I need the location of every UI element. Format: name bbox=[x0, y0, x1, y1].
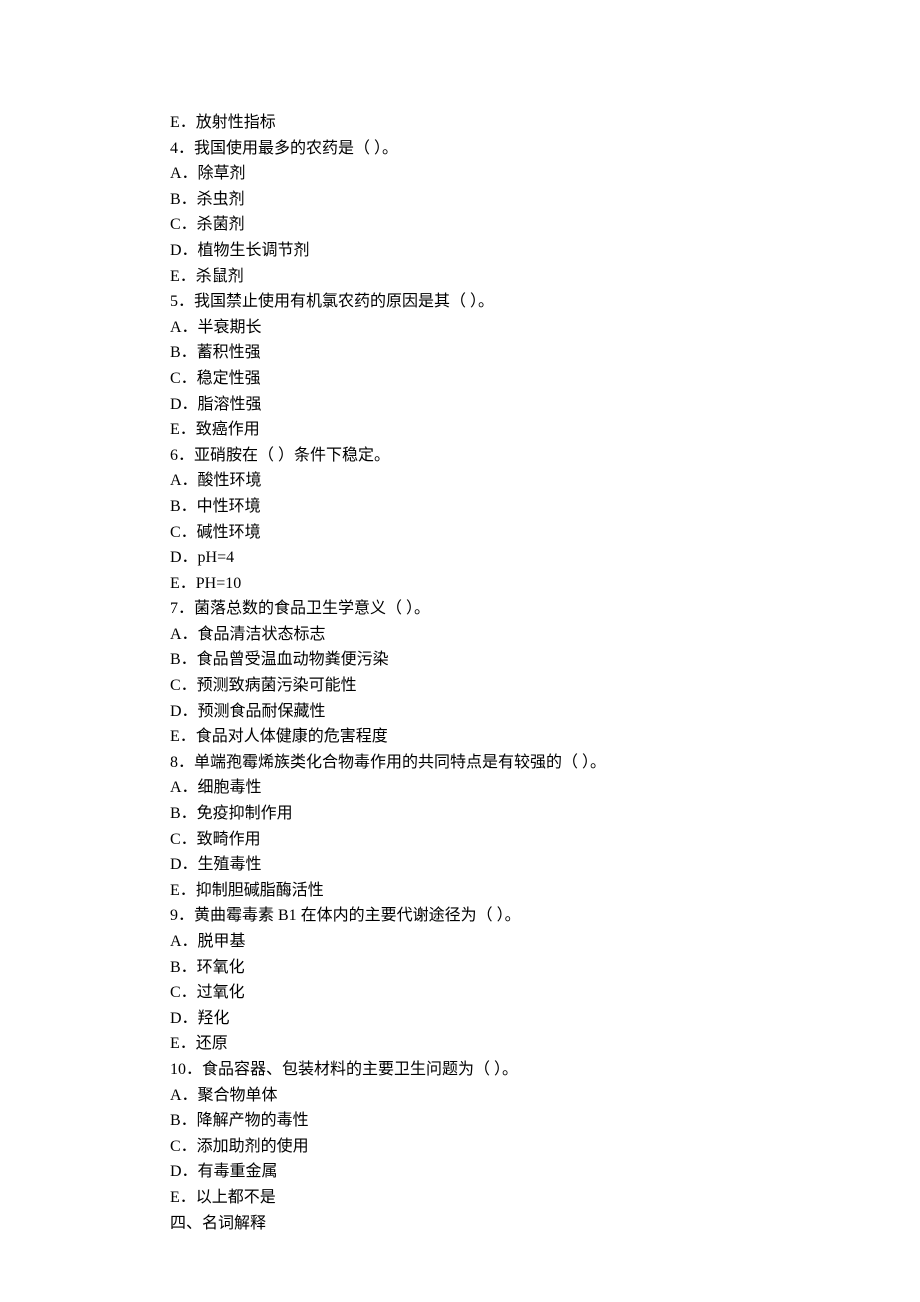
text-line: 四、名词解释 bbox=[170, 1211, 750, 1237]
text-line: E．致癌作用 bbox=[170, 417, 750, 443]
text-line: 7．菌落总数的食品卫生学意义（ ）。 bbox=[170, 596, 750, 622]
text-line: 4．我国使用最多的农药是（ ）。 bbox=[170, 136, 750, 162]
text-line: C．添加助剂的使用 bbox=[170, 1134, 750, 1160]
text-line: E．还原 bbox=[170, 1031, 750, 1057]
text-line: D．有毒重金属 bbox=[170, 1159, 750, 1185]
text-line: B．食品曾受温血动物粪便污染 bbox=[170, 647, 750, 673]
text-line: C．稳定性强 bbox=[170, 366, 750, 392]
text-line: A．细胞毒性 bbox=[170, 775, 750, 801]
text-line: 9．黄曲霉毒素 B1 在体内的主要代谢途径为（ ）。 bbox=[170, 903, 750, 929]
text-line: E．以上都不是 bbox=[170, 1185, 750, 1211]
text-line: 5．我国禁止使用有机氯农药的原因是其（ ）。 bbox=[170, 289, 750, 315]
text-line: D．羟化 bbox=[170, 1006, 750, 1032]
text-line: C．杀菌剂 bbox=[170, 212, 750, 238]
text-line: 8．单端孢霉烯族类化合物毒作用的共同特点是有较强的（ ）。 bbox=[170, 750, 750, 776]
text-line: A．脱甲基 bbox=[170, 929, 750, 955]
text-line: D．脂溶性强 bbox=[170, 392, 750, 418]
text-line: E．放射性指标 bbox=[170, 110, 750, 136]
text-line: A．聚合物单体 bbox=[170, 1083, 750, 1109]
text-line: D．植物生长调节剂 bbox=[170, 238, 750, 264]
text-line: E．食品对人体健康的危害程度 bbox=[170, 724, 750, 750]
text-line: B．中性环境 bbox=[170, 494, 750, 520]
text-line: 6．亚硝胺在（ ）条件下稳定。 bbox=[170, 443, 750, 469]
text-line: D．预测食品耐保藏性 bbox=[170, 699, 750, 725]
text-line: C．致畸作用 bbox=[170, 827, 750, 853]
document-page: E．放射性指标 4．我国使用最多的农药是（ ）。 A．除草剂 B．杀虫剂 C．杀… bbox=[0, 0, 920, 1302]
text-line: C．过氧化 bbox=[170, 980, 750, 1006]
text-line: B．免疫抑制作用 bbox=[170, 801, 750, 827]
text-line: 10．食品容器、包装材料的主要卫生问题为（ ）。 bbox=[170, 1057, 750, 1083]
text-line: B．杀虫剂 bbox=[170, 187, 750, 213]
text-line: B．降解产物的毒性 bbox=[170, 1108, 750, 1134]
text-line: A．除草剂 bbox=[170, 161, 750, 187]
text-line: E．杀鼠剂 bbox=[170, 264, 750, 290]
text-line: E．PH=10 bbox=[170, 571, 750, 597]
text-line: B．环氧化 bbox=[170, 955, 750, 981]
text-line: D．生殖毒性 bbox=[170, 852, 750, 878]
text-line: A．酸性环境 bbox=[170, 468, 750, 494]
text-line: D．pH=4 bbox=[170, 545, 750, 571]
text-line: E．抑制胆碱脂酶活性 bbox=[170, 878, 750, 904]
text-line: B．蓄积性强 bbox=[170, 340, 750, 366]
text-line: A．食品清洁状态标志 bbox=[170, 622, 750, 648]
text-line: C．预测致病菌污染可能性 bbox=[170, 673, 750, 699]
text-line: C．碱性环境 bbox=[170, 520, 750, 546]
text-line: A．半衰期长 bbox=[170, 315, 750, 341]
